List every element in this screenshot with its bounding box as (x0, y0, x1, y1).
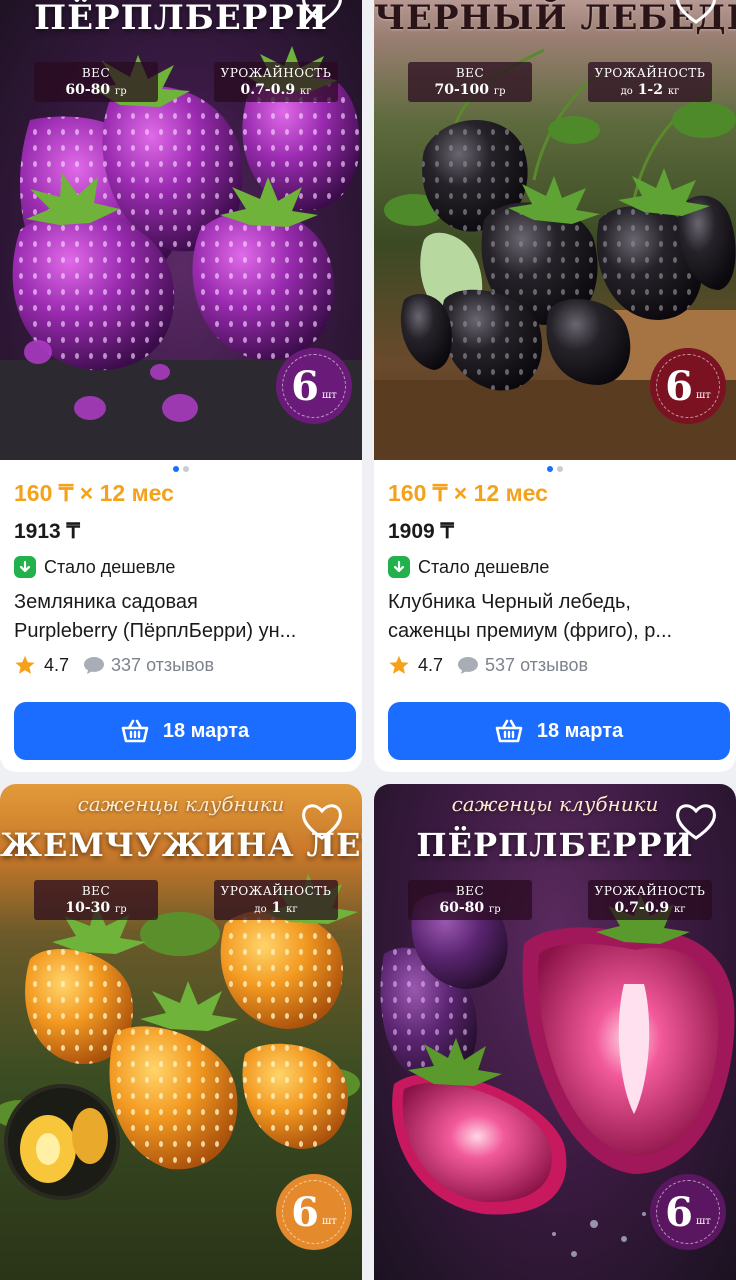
product-info: 160 ₸ × 12 мес 1913 ₸ Стало дешевле Земл… (14, 480, 348, 676)
product-card[interactable]: ПЁРПЛБЕРРИ ВЕС 60-80 гр УРОЖАЙНОСТЬ 0.7-… (0, 0, 362, 772)
weight-spec: ВЕС 10-30 гр (34, 880, 158, 920)
chat-bubble-icon (458, 657, 479, 674)
product-card[interactable]: саженцы клубники ЖЕМЧУЖИНА ЛЕТА ВЕС 10-3… (0, 784, 362, 1280)
product-price: 1909 ₸ (388, 520, 454, 543)
weight-spec: ВЕС 60-80 гр (34, 62, 158, 102)
weight-value: 60-80 гр (439, 900, 501, 916)
heart-icon[interactable] (674, 800, 718, 844)
heart-icon[interactable] (300, 0, 344, 28)
installment-price: 160 ₸ × 12 мес (14, 480, 174, 506)
price-drop-text: Стало дешевле (44, 556, 176, 577)
product-title[interactable]: Земляника садовая Purpleberry (ПёрплБерр… (14, 588, 348, 646)
add-to-cart-button[interactable]: 18 марта (14, 702, 356, 760)
delivery-date: 18 марта (162, 719, 250, 742)
weight-value: 10-30 гр (65, 900, 127, 916)
yield-label: УРОЖАЙНОСТЬ (594, 884, 706, 898)
yield-spec: УРОЖАЙНОСТЬ до 1-2 кг (588, 62, 712, 102)
carousel-dots (374, 466, 736, 472)
yield-label: УРОЖАЙНОСТЬ (594, 66, 706, 80)
price-drop-badge: Стало дешевле (388, 556, 722, 578)
yield-value: 0.7-0.9 кг (614, 900, 686, 916)
product-photo[interactable]: ПЁРПЛБЕРРИ ВЕС 60-80 гр УРОЖАЙНОСТЬ 0.7-… (0, 0, 362, 460)
weight-label: ВЕС (81, 884, 111, 898)
rating-value: 4.7 (44, 654, 70, 675)
price-down-icon (388, 556, 410, 578)
basket-icon (121, 719, 149, 743)
product-card[interactable]: саженцы клубники ПЁРПЛБЕРРИ ВЕС 60-80 гр… (374, 784, 736, 1280)
yield-label: УРОЖАЙНОСТЬ (220, 884, 332, 898)
weight-label: ВЕС (455, 884, 485, 898)
carousel-dots (0, 466, 362, 472)
product-photo[interactable]: ЧЕРНЫЙ ЛЕБЕДЬ ВЕС 70-100 гр УРОЖАЙНОСТЬ … (374, 0, 736, 460)
weight-spec: ВЕС 60-80 гр (408, 880, 532, 920)
weight-value: 60-80 гр (65, 82, 127, 98)
product-price: 1913 ₸ (14, 520, 80, 543)
product-photo[interactable]: саженцы клубники ПЁРПЛБЕРРИ ВЕС 60-80 гр… (374, 784, 736, 1280)
price-drop-text: Стало дешевле (418, 556, 550, 577)
quantity-stamp: 6 шт (650, 1174, 726, 1250)
weight-spec: ВЕС 70-100 гр (408, 62, 532, 102)
quantity-stamp: 6 шт (276, 348, 352, 424)
yield-value: до 1 кг (254, 900, 298, 916)
installment-price: 160 ₸ × 12 мес (388, 480, 548, 506)
basket-icon (495, 719, 523, 743)
review-count[interactable]: 337 отзывов (111, 655, 214, 676)
delivery-date: 18 марта (536, 719, 624, 742)
chat-bubble-icon (84, 657, 105, 674)
heart-icon[interactable] (674, 0, 718, 28)
yield-spec: УРОЖАЙНОСТЬ 0.7-0.9 кг (588, 880, 712, 920)
yield-value: 0.7-0.9 кг (240, 82, 312, 98)
price-down-icon (14, 556, 36, 578)
weight-label: ВЕС (455, 66, 485, 80)
weight-value: 70-100 гр (434, 82, 506, 98)
quantity-stamp: 6 шт (650, 348, 726, 424)
product-photo[interactable]: саженцы клубники ЖЕМЧУЖИНА ЛЕТА ВЕС 10-3… (0, 784, 362, 1280)
review-count[interactable]: 537 отзывов (485, 655, 588, 676)
rating-value: 4.7 (418, 654, 444, 675)
heart-icon[interactable] (300, 800, 344, 844)
star-icon (389, 655, 409, 674)
yield-label: УРОЖАЙНОСТЬ (220, 66, 332, 80)
yield-spec: УРОЖАЙНОСТЬ до 1 кг (214, 880, 338, 920)
star-icon (15, 655, 35, 674)
rating-row: 4.7 337 отзывов (14, 654, 348, 676)
yield-value: до 1-2 кг (620, 82, 680, 98)
yield-spec: УРОЖАЙНОСТЬ 0.7-0.9 кг (214, 62, 338, 102)
price-drop-badge: Стало дешевле (14, 556, 348, 578)
product-card[interactable]: ЧЕРНЫЙ ЛЕБЕДЬ ВЕС 70-100 гр УРОЖАЙНОСТЬ … (374, 0, 736, 772)
rating-row: 4.7 537 отзывов (388, 654, 722, 676)
product-info: 160 ₸ × 12 мес 1909 ₸ Стало дешевле Клуб… (388, 480, 722, 676)
quantity-stamp: 6 шт (276, 1174, 352, 1250)
product-title[interactable]: Клубника Черный лебедь, саженцы премиум … (388, 588, 722, 646)
weight-label: ВЕС (81, 66, 111, 80)
add-to-cart-button[interactable]: 18 марта (388, 702, 730, 760)
